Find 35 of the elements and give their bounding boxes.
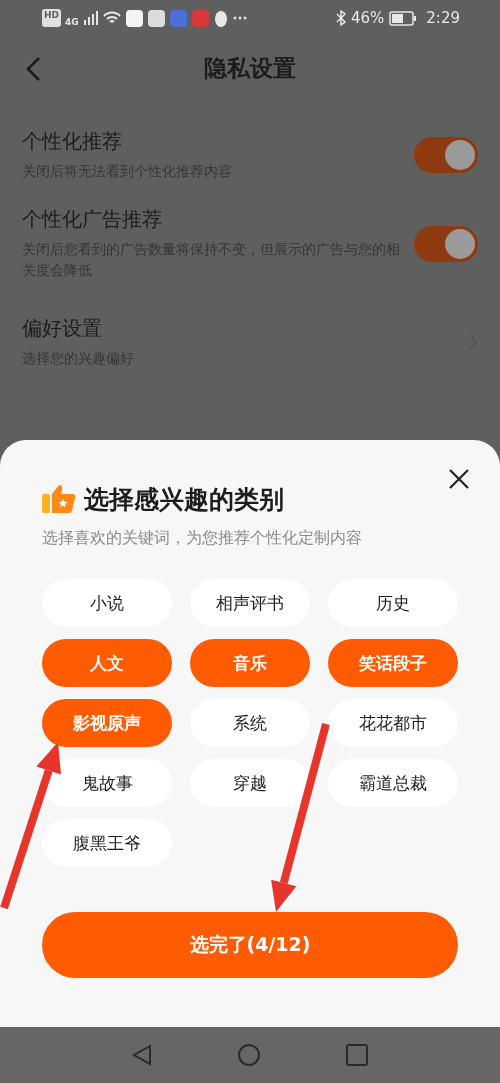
sheet-subtitle: 选择喜欢的关键词，为您推荐个性化定制内容 bbox=[42, 528, 363, 549]
app-icon bbox=[147, 9, 165, 27]
toggle-switch[interactable] bbox=[414, 225, 478, 262]
app-icon bbox=[125, 9, 143, 27]
home-nav-icon[interactable] bbox=[237, 1043, 261, 1067]
category-chip[interactable]: 小说 bbox=[42, 579, 172, 627]
toggle-switch[interactable] bbox=[414, 137, 478, 173]
network-indicator: 4G bbox=[65, 17, 79, 27]
category-chip[interactable]: 花花都市 bbox=[328, 699, 458, 747]
category-chip[interactable]: 腹黑王爷 bbox=[42, 819, 172, 867]
category-chip[interactable]: 穿越 bbox=[190, 759, 310, 807]
bluetooth-icon bbox=[335, 10, 346, 26]
category-chip[interactable]: 鬼故事 bbox=[42, 759, 172, 807]
close-icon[interactable] bbox=[448, 468, 470, 490]
more-icon bbox=[232, 16, 247, 20]
setting-title: 个性化广告推荐 bbox=[22, 206, 163, 233]
sheet-title: 选择感兴趣的类别 bbox=[84, 483, 284, 516]
setting-title: 个性化推荐 bbox=[22, 128, 123, 155]
category-chip[interactable]: 霸道总裁 bbox=[328, 759, 458, 807]
app-icon bbox=[191, 9, 209, 27]
clock-time: 2:29 bbox=[426, 9, 460, 27]
recents-nav-icon[interactable] bbox=[346, 1044, 368, 1066]
wifi-icon bbox=[102, 11, 121, 25]
category-chip[interactable]: 历史 bbox=[328, 579, 458, 627]
category-chip[interactable]: 系统 bbox=[190, 699, 310, 747]
battery-icon bbox=[389, 10, 418, 26]
signal-icon bbox=[83, 11, 98, 25]
battery-percent: 46% bbox=[350, 9, 385, 27]
back-nav-icon[interactable] bbox=[132, 1044, 152, 1066]
setting-title: 偏好设置 bbox=[22, 315, 103, 342]
thumbs-up-icon bbox=[42, 484, 76, 514]
app-icon bbox=[169, 9, 187, 27]
page-title: 隐私设置 bbox=[204, 53, 296, 83]
network-indicator: HD bbox=[42, 9, 61, 27]
category-chip[interactable]: 相声评书 bbox=[190, 579, 310, 627]
